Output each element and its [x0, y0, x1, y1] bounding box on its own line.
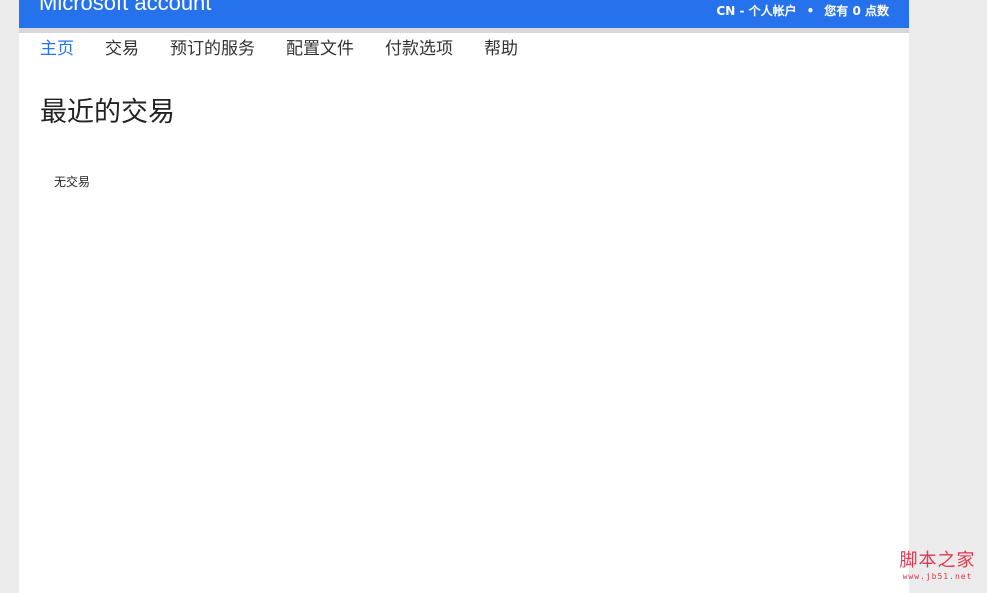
nav-item-payment-options[interactable]: 付款选项 [385, 38, 453, 60]
watermark-text: 脚本之家 [899, 550, 976, 571]
main-nav: 主页 交易 预订的服务 配置文件 付款选项 帮助 [40, 38, 549, 60]
watermark-url: www.jb51.net [902, 572, 973, 581]
nav-item-help[interactable]: 帮助 [484, 38, 518, 60]
nav-item-subscriptions[interactable]: 预订的服务 [170, 38, 255, 60]
separator-dot: • [806, 4, 815, 18]
nav-item-home[interactable]: 主页 [40, 38, 74, 60]
points-link[interactable]: 您有 0 点数 [824, 3, 889, 19]
page-title: 最近的交易 [40, 97, 175, 128]
watermark-logo: 脚本之家 www.jb51.net [895, 550, 980, 582]
account-region-link[interactable]: CN - 个人帐户 [716, 3, 796, 19]
account-info: CN - 个人帐户 • 您有 0 点数 [716, 3, 889, 19]
header-divider [19, 28, 909, 33]
brand-title[interactable]: Microsoft account [39, 0, 211, 18]
empty-transactions-message: 无交易 [54, 175, 91, 189]
header-bar: Microsoft account CN - 个人帐户 • 您有 0 点数 [19, 0, 909, 28]
nav-item-profile[interactable]: 配置文件 [286, 38, 354, 60]
page: Microsoft account CN - 个人帐户 • 您有 0 点数 主页… [19, 0, 909, 593]
nav-item-transactions[interactable]: 交易 [105, 38, 139, 60]
